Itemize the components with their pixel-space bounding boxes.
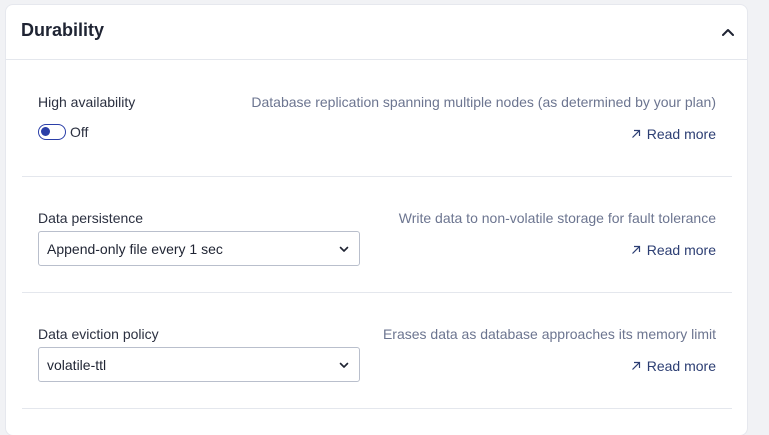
section-header[interactable]: Durability: [6, 5, 747, 60]
data-persistence-label: Data persistence: [38, 210, 144, 226]
chevron-down-icon: [339, 362, 349, 368]
high-availability-description: Database replication spanning multiple n…: [251, 94, 716, 110]
data-persistence-description: Write data to non-volatile storage for f…: [398, 210, 716, 226]
read-more-label: Read more: [646, 358, 716, 374]
eviction-policy-row: Data eviction policy Erases data as data…: [22, 292, 732, 409]
data-persistence-selected-value: Append-only file every 1 sec: [47, 241, 223, 257]
eviction-policy-select[interactable]: volatile-ttl: [38, 347, 360, 382]
high-availability-toggle-group: Off: [38, 124, 88, 140]
data-persistence-row: Data persistence Write data to non-volat…: [22, 176, 732, 293]
high-availability-toggle[interactable]: [38, 124, 66, 140]
read-more-link[interactable]: Read more: [631, 242, 716, 258]
arrow-up-right-icon: [631, 245, 640, 254]
eviction-policy-selected-value: volatile-ttl: [47, 357, 107, 373]
toggle-state-label: Off: [70, 124, 89, 140]
read-more-label: Read more: [646, 242, 716, 258]
eviction-policy-label: Data eviction policy: [38, 326, 159, 342]
read-more-link[interactable]: Read more: [631, 358, 716, 374]
read-more-label: Read more: [646, 126, 716, 142]
arrow-up-right-icon: [631, 129, 640, 138]
high-availability-label: High availability: [38, 94, 136, 110]
section-title: Durability: [21, 20, 105, 40]
arrow-up-right-icon: [631, 361, 640, 370]
durability-card: Durability High availability Database re…: [6, 5, 747, 435]
chevron-down-icon: [339, 246, 349, 252]
data-persistence-select[interactable]: Append-only file every 1 sec: [38, 231, 360, 266]
toggle-knob: [41, 127, 50, 136]
read-more-link[interactable]: Read more: [631, 126, 716, 142]
chevron-up-icon[interactable]: [721, 25, 735, 39]
high-availability-row: High availability Database replication s…: [22, 60, 732, 177]
eviction-policy-description: Erases data as database approaches its m…: [382, 326, 716, 342]
